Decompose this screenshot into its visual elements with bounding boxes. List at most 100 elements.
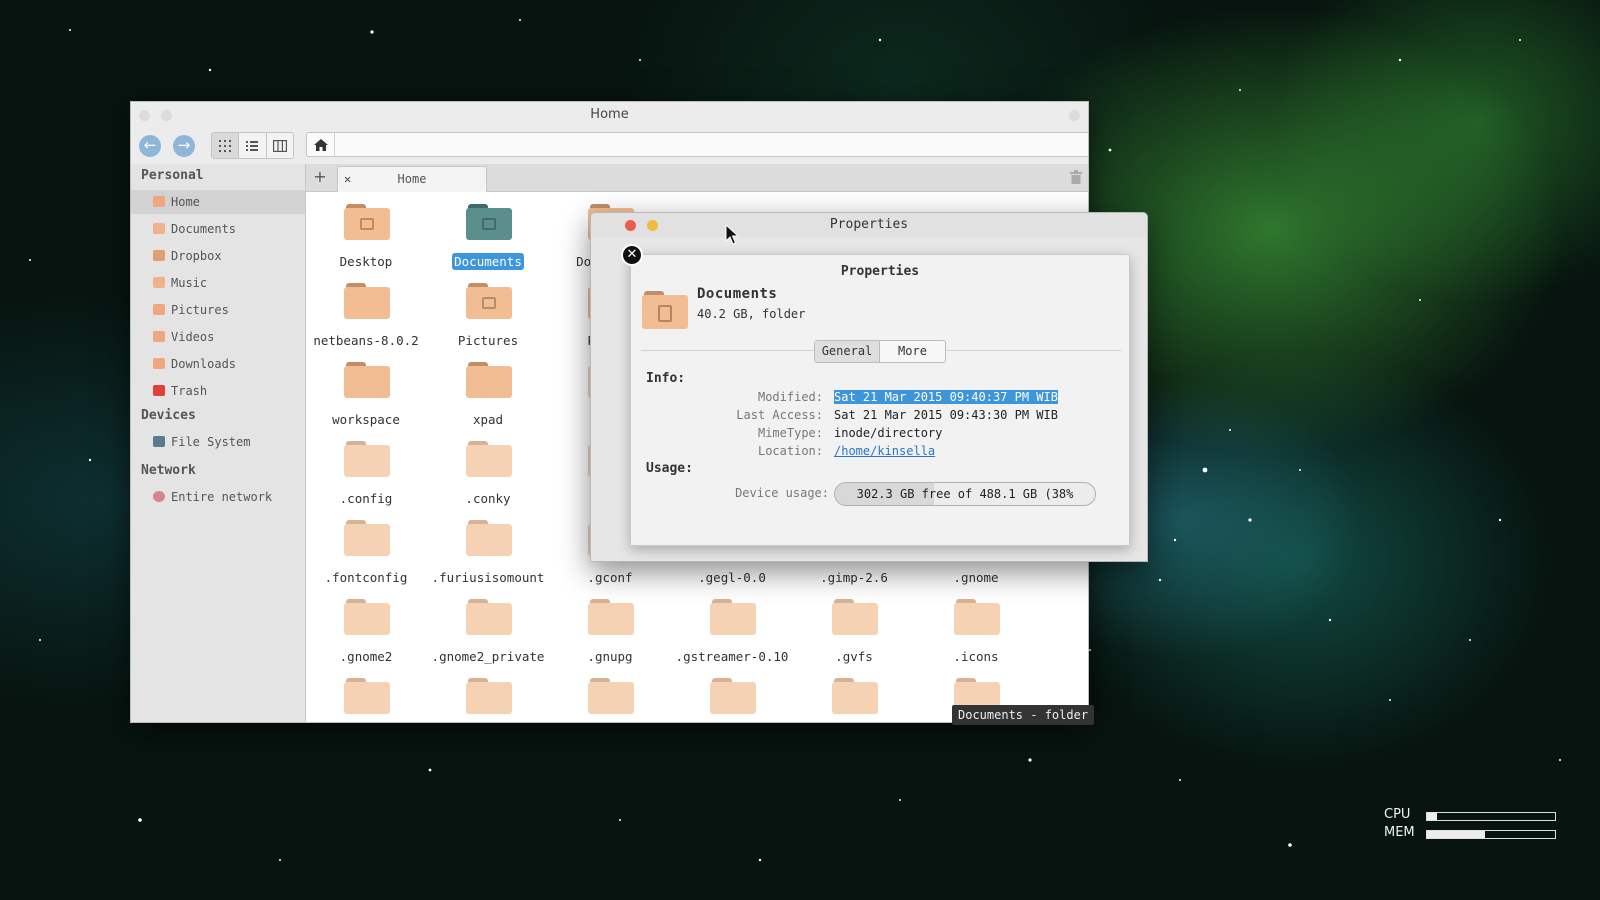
location-label: Location: (757, 444, 823, 458)
icon-view-button[interactable] (212, 133, 240, 158)
arrow-left-icon: ← (143, 136, 157, 154)
device-usage-label: Device usage: (735, 486, 829, 500)
file-label: .gconf (587, 570, 633, 585)
file-item[interactable]: .gstreamer-0.10 (672, 597, 792, 675)
sidebar-item-pictures[interactable]: Pictures (131, 298, 305, 322)
file-label: Documents (452, 253, 524, 270)
file-item[interactable]: Pictures (428, 281, 548, 359)
folder-icon (466, 362, 512, 398)
mimetype-label: MimeType: (757, 426, 823, 440)
sidebar-item-entire-network[interactable]: Entire network (131, 485, 305, 509)
file-label: .gstreamer-0.10 (675, 649, 789, 664)
mouse-cursor-icon (725, 224, 739, 245)
window-title: Home (131, 102, 1088, 128)
file-item[interactable] (550, 676, 670, 722)
mem-label: MEM (1384, 825, 1415, 840)
close-icon[interactable]: ✕ (621, 244, 643, 266)
forward-button[interactable]: → (173, 135, 195, 157)
sidebar-item-videos[interactable]: Videos (131, 325, 305, 349)
sidebar-item-dropbox[interactable]: Dropbox (131, 244, 305, 268)
arrow-right-icon: → (177, 136, 191, 154)
file-label: .conky (465, 491, 511, 506)
folder-icon (466, 599, 512, 635)
file-item[interactable]: .conky (428, 439, 548, 517)
tab-label: Home (397, 172, 427, 186)
file-item[interactable]: .gnome2_private (428, 597, 548, 675)
modified-value[interactable]: Sat 21 Mar 2015 09:40:37 PM WIB (834, 390, 1058, 404)
network-icon (153, 491, 165, 502)
file-label: .gnome2 (339, 649, 393, 664)
properties-title: Properties (840, 264, 920, 279)
file-item[interactable]: workspace (306, 360, 426, 438)
properties-close-button[interactable] (625, 220, 636, 231)
properties-tabs: General More (814, 340, 946, 363)
file-item[interactable]: netbeans-8.0.2 (306, 281, 426, 359)
cpu-row: CPU (1384, 807, 1564, 825)
trash-icon[interactable] (1070, 170, 1082, 184)
new-tab-button[interactable]: + (306, 164, 334, 192)
sidebar-item-downloads[interactable]: Downloads (131, 352, 305, 376)
location-link[interactable]: /home/kinsella (834, 444, 935, 458)
sidebar-item-trash[interactable]: Trash (131, 379, 305, 403)
tab-more[interactable]: More (880, 341, 945, 362)
mem-bar (1426, 830, 1556, 839)
tab-bar: + ✕ Home (306, 164, 1088, 193)
window-close-button[interactable] (139, 110, 150, 121)
folder-icon (344, 362, 390, 398)
sidebar-item-music[interactable]: Music (131, 271, 305, 295)
properties-minimize-button[interactable] (647, 220, 658, 231)
sidebar-item-home[interactable]: Home (131, 190, 305, 214)
file-label: workspace (332, 412, 400, 427)
documents-icon (153, 223, 165, 234)
cpu-bar-fill (1427, 813, 1438, 820)
file-item[interactable] (672, 676, 792, 722)
back-button[interactable]: ← (139, 135, 161, 157)
tab-general[interactable]: General (815, 341, 880, 362)
file-label: xpad (472, 412, 504, 427)
file-label: Desktop (339, 254, 393, 269)
file-item[interactable]: .gvfs (794, 597, 914, 675)
folder-icon (344, 283, 390, 319)
close-tab-icon[interactable]: ✕ (344, 167, 351, 191)
folder-icon (954, 599, 1000, 635)
home-breadcrumb[interactable] (307, 133, 335, 156)
home-icon (153, 196, 165, 207)
file-item[interactable] (428, 676, 548, 722)
properties-window-title: Properties (591, 213, 1147, 237)
file-item[interactable]: .gnupg (550, 597, 670, 675)
file-item[interactable]: .icons (916, 597, 1036, 675)
window-minimize-button[interactable] (161, 110, 172, 121)
file-item[interactable]: .config (306, 439, 426, 517)
folder-icon (344, 441, 390, 477)
sidebar-item-documents[interactable]: Documents (131, 217, 305, 241)
tab-home[interactable]: ✕ Home (337, 166, 487, 193)
folder-icon (466, 678, 512, 714)
file-tooltip: Documents - folder (952, 705, 1095, 725)
file-item[interactable]: .gnome2 (306, 597, 426, 675)
folder-icon (344, 520, 390, 556)
file-item[interactable]: xpad (428, 360, 548, 438)
last-access-value: Sat 21 Mar 2015 09:43:30 PM WIB (834, 408, 1058, 422)
file-item[interactable]: Desktop (306, 202, 426, 280)
folder-document-icon (642, 291, 688, 329)
file-item[interactable]: .furiusisomount (428, 518, 548, 596)
sidebar-item-file-system[interactable]: File System (131, 430, 305, 454)
file-item[interactable] (306, 676, 426, 722)
file-item[interactable]: Documents (428, 202, 548, 280)
folder-icon (466, 204, 512, 240)
cpu-label: CPU (1384, 807, 1411, 822)
window-maximize-button[interactable] (1069, 110, 1080, 121)
device-usage-text: 302.3 GB free of 488.1 GB (38% used) (856, 487, 1074, 501)
list-view-button[interactable] (239, 133, 267, 158)
system-monitor: CPU MEM (1384, 807, 1564, 843)
sidebar-header-personal: Personal (141, 168, 204, 183)
folder-icon (344, 204, 390, 240)
mem-bar-fill (1427, 831, 1485, 838)
device-usage-bar: 302.3 GB free of 488.1 GB (38% used) (834, 482, 1096, 506)
folder-icon (832, 678, 878, 714)
path-bar[interactable] (306, 132, 1088, 157)
column-view-button[interactable] (267, 133, 293, 158)
file-item[interactable] (794, 676, 914, 722)
file-item[interactable]: .fontconfig (306, 518, 426, 596)
modified-label: Modified: (757, 390, 823, 404)
